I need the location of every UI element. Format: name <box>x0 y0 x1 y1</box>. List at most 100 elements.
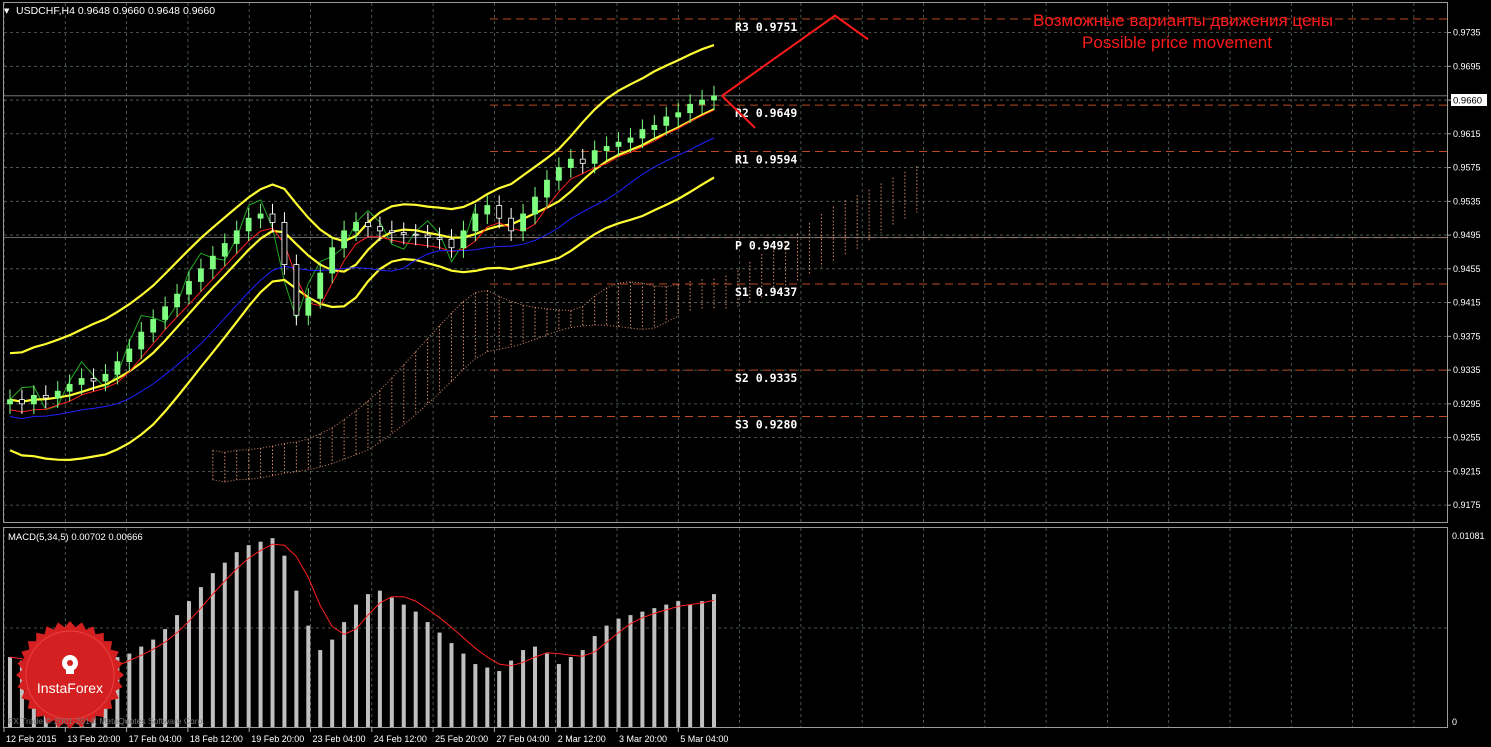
y-tick-label: 0.9255 <box>1453 433 1481 443</box>
macd-bar <box>652 608 657 727</box>
candle-body <box>150 319 157 333</box>
candle-body <box>42 395 49 399</box>
candle-body <box>424 234 431 239</box>
macd-bar <box>712 594 716 727</box>
candle-body <box>663 116 670 126</box>
macd-bar <box>533 646 538 727</box>
y-tick-label: 0.9455 <box>1453 264 1481 274</box>
candle-body <box>317 272 324 299</box>
candle-body <box>365 222 371 228</box>
annotation-ru: Возможные варианты движения цены <box>1033 11 1333 30</box>
candle-body <box>102 373 109 382</box>
pivot-label-s3: S3 0.9280 <box>735 418 797 432</box>
x-tick-label: 5 Mar 04:00 <box>680 734 728 744</box>
x-tick-label: 19 Feb 20:00 <box>251 734 304 744</box>
candle-body <box>687 103 694 114</box>
candle-body <box>460 230 467 249</box>
x-tick-label: 3 Mar 20:00 <box>619 734 667 744</box>
macd-label: MACD(5,34,5) 0.00702 0.00666 <box>8 532 143 543</box>
macd-bar <box>449 643 454 727</box>
macd-bar <box>377 590 382 727</box>
candle-body <box>293 264 300 316</box>
y-tick-label: 0.9335 <box>1453 365 1481 375</box>
candle-body <box>711 95 717 101</box>
candle-body <box>496 205 503 219</box>
candle-body <box>186 281 192 295</box>
y-tick-label: 0.9295 <box>1453 399 1481 409</box>
x-tick-label: 2 Mar 12:00 <box>558 734 606 744</box>
x-tick-label: 12 Feb 2015 <box>6 734 57 744</box>
candle-body <box>114 361 121 375</box>
macd-bar <box>640 611 645 727</box>
pivot-label-p: P 0.9492 <box>735 239 790 253</box>
macd-axis-zero: 0 <box>1452 717 1457 727</box>
macd-bar <box>222 562 227 727</box>
macd-bar <box>294 590 299 727</box>
macd-bar <box>664 604 669 727</box>
x-tick-label: 23 Feb 04:00 <box>313 734 366 744</box>
candle-body <box>353 222 359 232</box>
macd-bar <box>234 552 239 727</box>
candle-body <box>412 233 419 236</box>
candle-body <box>305 297 312 316</box>
candle-body <box>639 129 646 139</box>
macd-bar <box>437 632 442 727</box>
macd-bar <box>556 664 561 727</box>
macd-bar <box>389 597 394 727</box>
candle-body <box>78 378 85 385</box>
brand-name: InstaForex <box>37 680 103 696</box>
candle-body <box>603 146 610 152</box>
candle-body <box>508 217 515 232</box>
macd-bar <box>401 604 406 727</box>
candle-body <box>400 232 407 235</box>
candle-body <box>472 213 479 232</box>
candle-body <box>651 124 658 130</box>
macd-bar <box>544 653 549 727</box>
macd-bar <box>139 646 144 727</box>
macd-bar <box>425 622 430 727</box>
candle-body <box>532 196 538 215</box>
candle-body <box>329 247 336 274</box>
macd-bar <box>270 538 275 727</box>
candle-body <box>138 331 145 350</box>
pivot-label-s1: S1 0.9437 <box>735 285 797 299</box>
y-tick-label: 0.9535 <box>1453 196 1481 206</box>
macd-bar <box>163 629 168 727</box>
candle-body <box>699 99 705 105</box>
candle-body <box>257 213 264 219</box>
macd-bar <box>592 636 597 727</box>
macd-bar <box>688 604 693 727</box>
macd-bar <box>509 660 514 727</box>
macd-bar <box>700 601 705 727</box>
macd-bar <box>485 667 490 727</box>
candle-body <box>484 205 491 215</box>
candle-body <box>198 268 204 282</box>
candle-body <box>90 378 97 382</box>
candle-body <box>544 179 550 198</box>
macd-bar <box>342 622 347 727</box>
candle-body <box>520 213 526 232</box>
macd-bar <box>413 611 418 727</box>
candle-body <box>269 213 276 223</box>
pivot-label-s2: S2 0.9335 <box>735 371 797 385</box>
macd-bar <box>151 639 156 727</box>
y-tick-label: 0.9215 <box>1453 466 1481 476</box>
dropdown-triangle-icon[interactable]: ▼ <box>4 7 10 15</box>
symbol-info: USDCHF,H4 0.9648 0.9660 0.9648 0.9660 <box>16 5 215 17</box>
candle-body <box>209 255 216 270</box>
price-chart[interactable]: R3 0.9751R2 0.9649R1 0.9594P 0.9492S1 0.… <box>0 0 1491 747</box>
candle-body <box>388 230 395 233</box>
candle-body <box>19 399 25 405</box>
y-tick-label: 0.9695 <box>1453 61 1481 71</box>
y-tick-label: 0.9415 <box>1453 298 1481 308</box>
x-tick-label: 27 Feb 04:00 <box>496 734 549 744</box>
macd-axis-top: 0.01081 <box>1452 531 1485 541</box>
candle-body <box>66 384 73 392</box>
candle-body <box>436 237 443 240</box>
candle-body <box>591 150 598 164</box>
x-tick-label: 17 Feb 04:00 <box>129 734 182 744</box>
macd-bar <box>461 653 466 727</box>
candle-body <box>126 348 133 363</box>
candle-body <box>615 141 622 147</box>
x-tick-label: 13 Feb 20:00 <box>67 734 120 744</box>
